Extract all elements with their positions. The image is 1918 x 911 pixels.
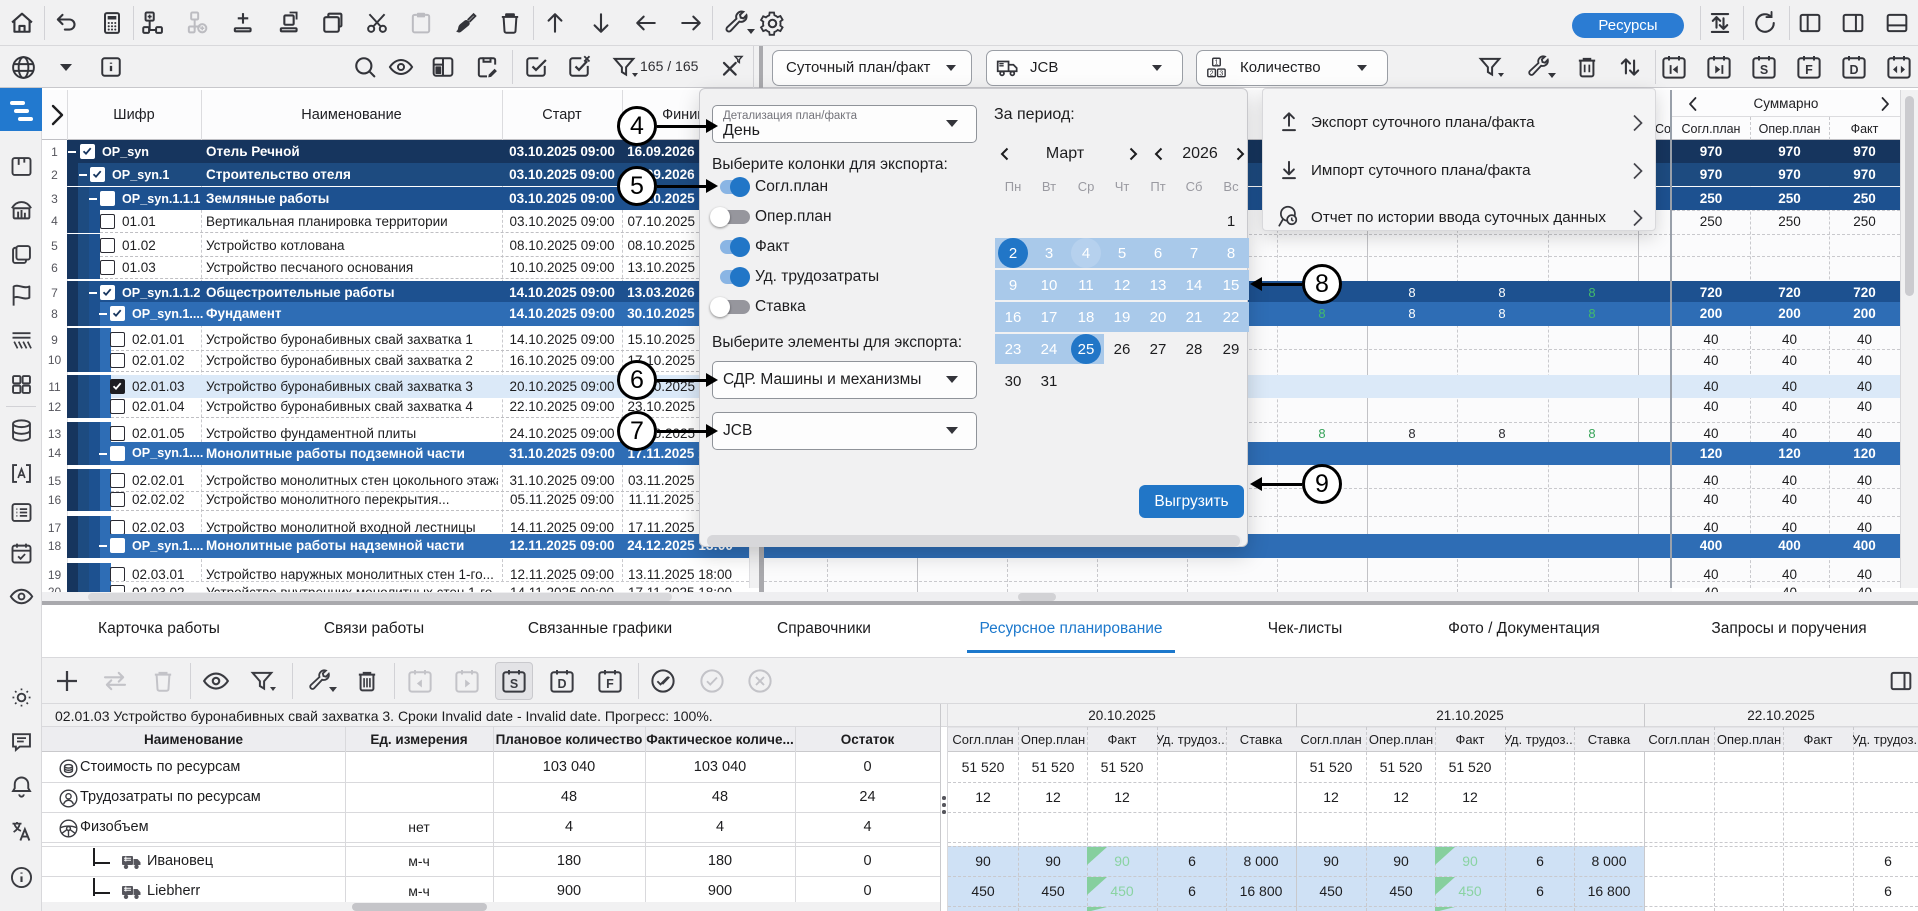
svg-text:F: F bbox=[1805, 63, 1813, 77]
svg-text:F: F bbox=[606, 677, 614, 691]
svg-text:D: D bbox=[557, 677, 566, 691]
svg-text:S: S bbox=[510, 677, 518, 691]
svg-text:1: 1 bbox=[1214, 60, 1218, 67]
svg-text:D: D bbox=[1849, 63, 1858, 77]
svg-text:S: S bbox=[1760, 63, 1768, 77]
svg-text:2: 2 bbox=[1210, 70, 1214, 77]
svg-text:3: 3 bbox=[1219, 70, 1223, 77]
